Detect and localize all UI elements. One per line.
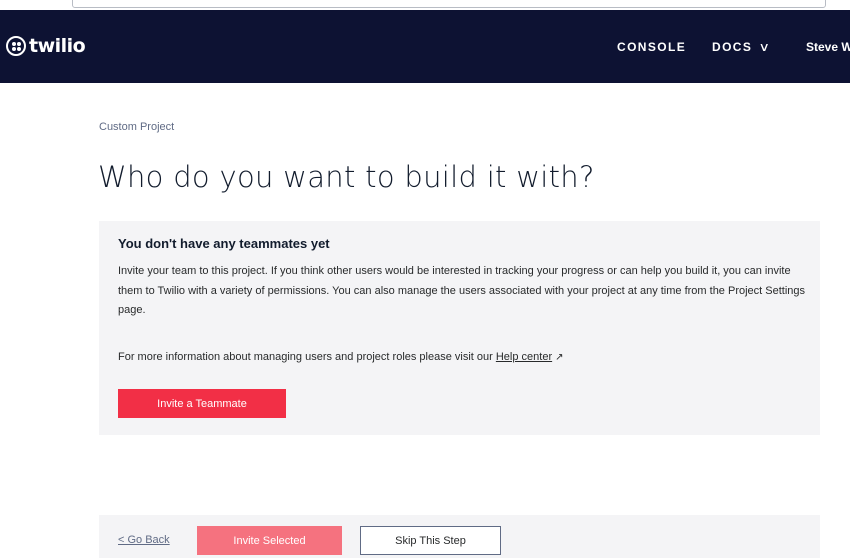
- invite-selected-button[interactable]: Invite Selected: [197, 526, 342, 555]
- user-menu[interactable]: Steve W: [806, 40, 850, 54]
- nav-docs-label: DOCS: [712, 40, 753, 54]
- footer-actions: < Go Back Invite Selected Skip This Step: [99, 515, 820, 558]
- invite-teammate-button[interactable]: Invite a Teammate: [118, 389, 286, 418]
- no-teammates-card: You don't have any teammates yet Invite …: [99, 221, 820, 435]
- card-description: Invite your team to this project. If you…: [118, 265, 806, 316]
- external-link-icon: ↗: [555, 352, 564, 363]
- nav-links: CONSOLE DOCS ∨ Steve W: [0, 10, 850, 83]
- browser-strip: [0, 0, 850, 10]
- help-center-link[interactable]: Help center: [496, 351, 552, 363]
- go-back-link[interactable]: < Go Back: [118, 534, 170, 546]
- card-heading: You don't have any teammates yet: [118, 236, 330, 251]
- nav-console-link[interactable]: CONSOLE: [617, 40, 686, 54]
- address-bar[interactable]: [72, 0, 826, 8]
- skip-step-button[interactable]: Skip This Step: [360, 526, 501, 555]
- page-title: Who do you want to build it with?: [98, 160, 595, 194]
- page: twilio CONSOLE DOCS ∨ Steve W Custom Pro…: [0, 0, 850, 558]
- breadcrumb: Custom Project: [99, 121, 175, 133]
- card-help-text: For more information about managing user…: [118, 351, 564, 363]
- help-text-prefix: For more information about managing user…: [118, 351, 496, 363]
- chevron-down-icon: ∨: [758, 40, 772, 54]
- nav-docs-menu[interactable]: DOCS ∨: [712, 40, 770, 54]
